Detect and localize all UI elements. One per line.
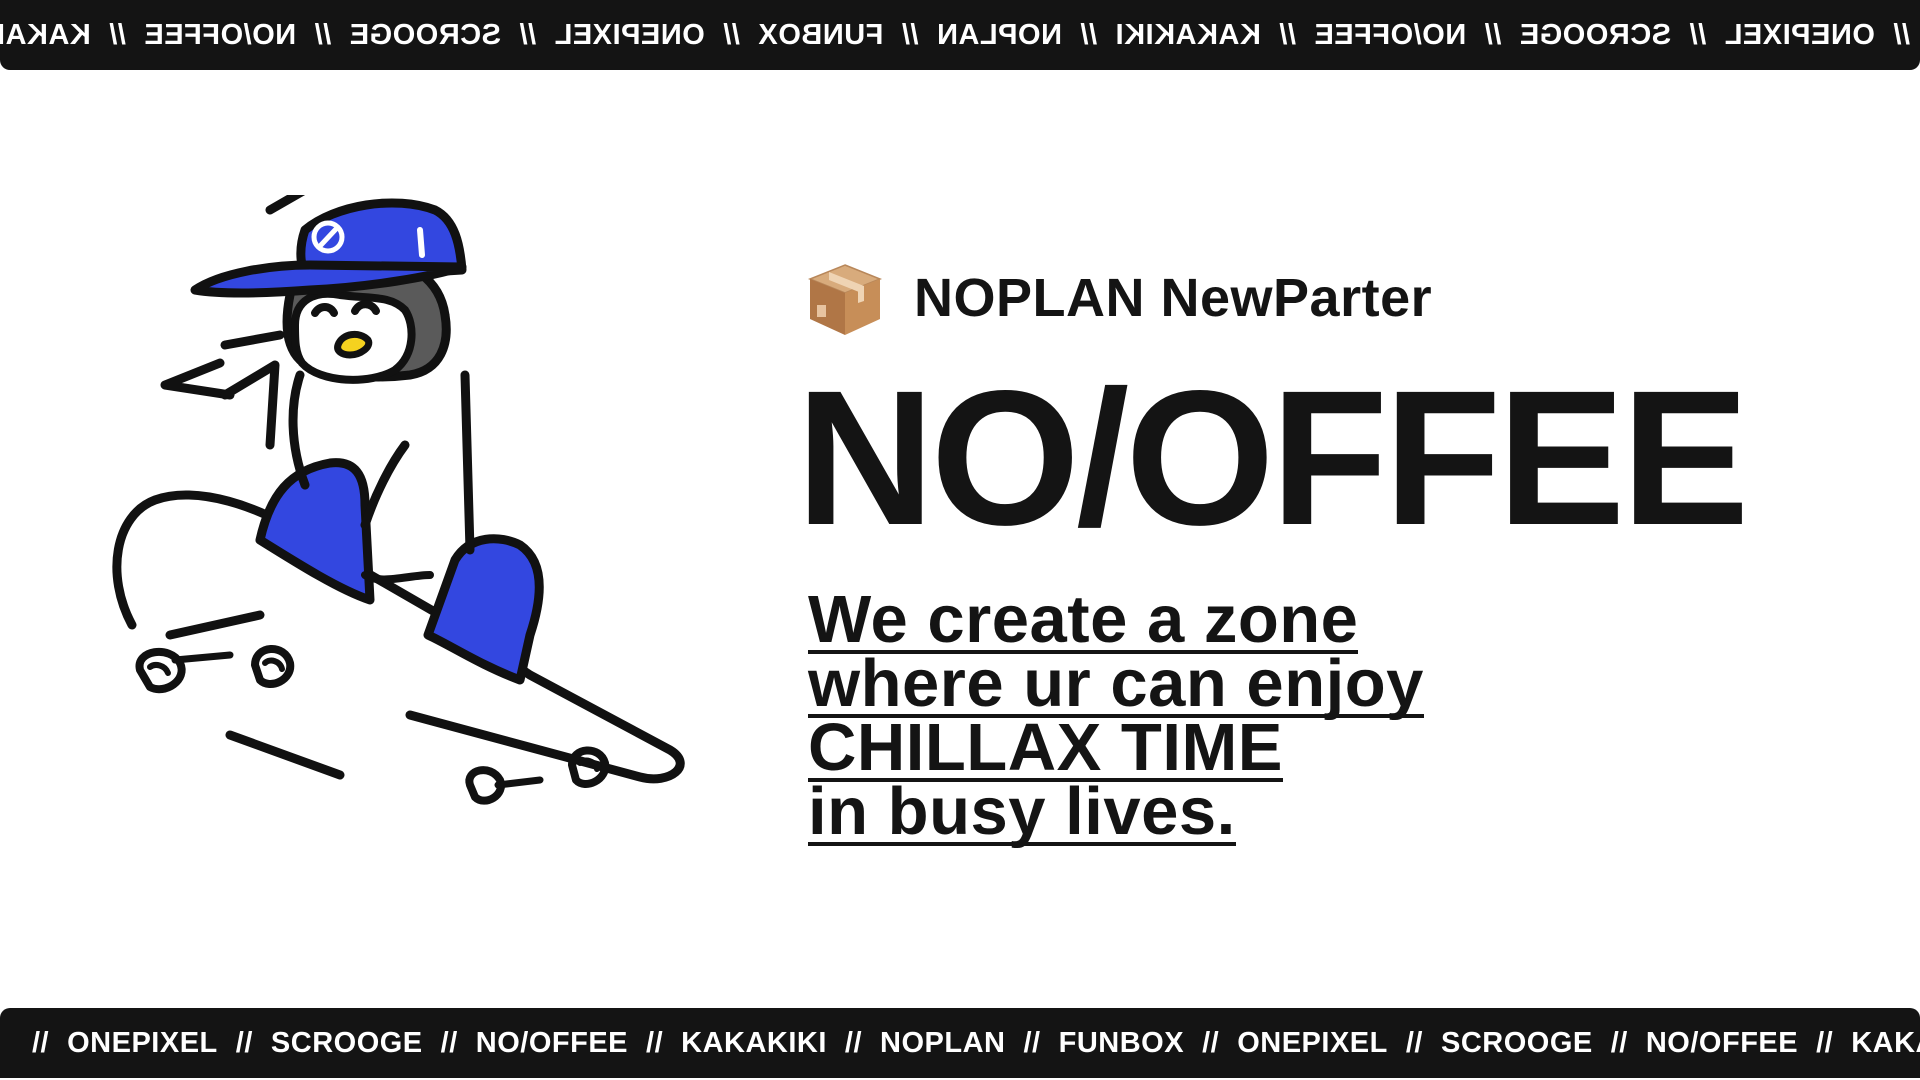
- tagline-line: where ur can enjoy: [808, 646, 1424, 721]
- package-box-icon: [807, 264, 883, 335]
- marquee-item: //ONEPIXEL: [554, 18, 740, 51]
- top-marquee-track: //ONEPIXEL //SCROOGE //NO/OFFEE //KAKAKI…: [0, 0, 1920, 70]
- marquee-item: //NOPLAN: [844, 1026, 1006, 1059]
- marquee-item: //FUNBOX: [1023, 1026, 1185, 1059]
- brand-name: NOPLAN NewParter: [914, 268, 1433, 328]
- bottom-marquee-track: //ONEPIXEL //SCROOGE //NO/OFFEE //KAKAKI…: [14, 1008, 1920, 1078]
- page-title: NO/OFFEE: [796, 350, 1749, 565]
- tagline-line: in busy lives.: [808, 774, 1236, 849]
- marquee-item: //NOPLAN: [936, 18, 1098, 51]
- marquee-item: //KAKAKIKI: [0, 18, 126, 51]
- skateboard-wheel: [135, 647, 234, 694]
- marquee-item: //KAKAKIKI: [646, 1026, 827, 1059]
- marquee-item: //KAKAKIKI: [1115, 18, 1296, 51]
- marquee-item: //ONEPIXEL: [1202, 1026, 1388, 1059]
- pants-right: [423, 534, 544, 685]
- marquee-item: //SCROOGE: [235, 1026, 423, 1059]
- marquee-item: //NO/OFFEE: [440, 1026, 629, 1059]
- pants-left: [255, 458, 375, 605]
- marquee-item: //SCROOGE: [1405, 1026, 1593, 1059]
- tagline-line: CHILLAX TIME: [808, 710, 1283, 785]
- top-marquee-banner: //ONEPIXEL //SCROOGE //NO/OFFEE //KAKAKI…: [0, 0, 1920, 70]
- marquee-item: //NO/OFFEE: [1610, 1026, 1799, 1059]
- marquee-item: //ONEPIXEL: [1724, 18, 1910, 51]
- tagline-line: We create a zone: [808, 582, 1359, 657]
- penguin-beak: [334, 330, 373, 359]
- tagline: We create a zone where ur can enjoy CHIL…: [808, 582, 1424, 849]
- marquee-item: //FUNBOX: [757, 18, 919, 51]
- brand-row: NOPLAN NewParter: [804, 258, 1432, 338]
- skateboard-wheel: [251, 645, 295, 688]
- marquee-item: //SCROOGE: [1519, 18, 1707, 51]
- marquee-item: //SCROOGE: [349, 18, 537, 51]
- marquee-item: //KAKAKIKI: [1816, 1026, 1920, 1059]
- marquee-item: //ONEPIXEL: [32, 1026, 218, 1059]
- bottom-marquee-banner: //ONEPIXEL //SCROOGE //NO/OFFEE //KAKAKI…: [0, 1008, 1920, 1078]
- marquee-item: //NO/OFFEE: [1313, 18, 1502, 51]
- skateboard-wheel: [465, 766, 544, 805]
- penguin-skateboarder-icon: [112, 195, 685, 805]
- marquee-item: //NO/OFFEE: [143, 18, 332, 51]
